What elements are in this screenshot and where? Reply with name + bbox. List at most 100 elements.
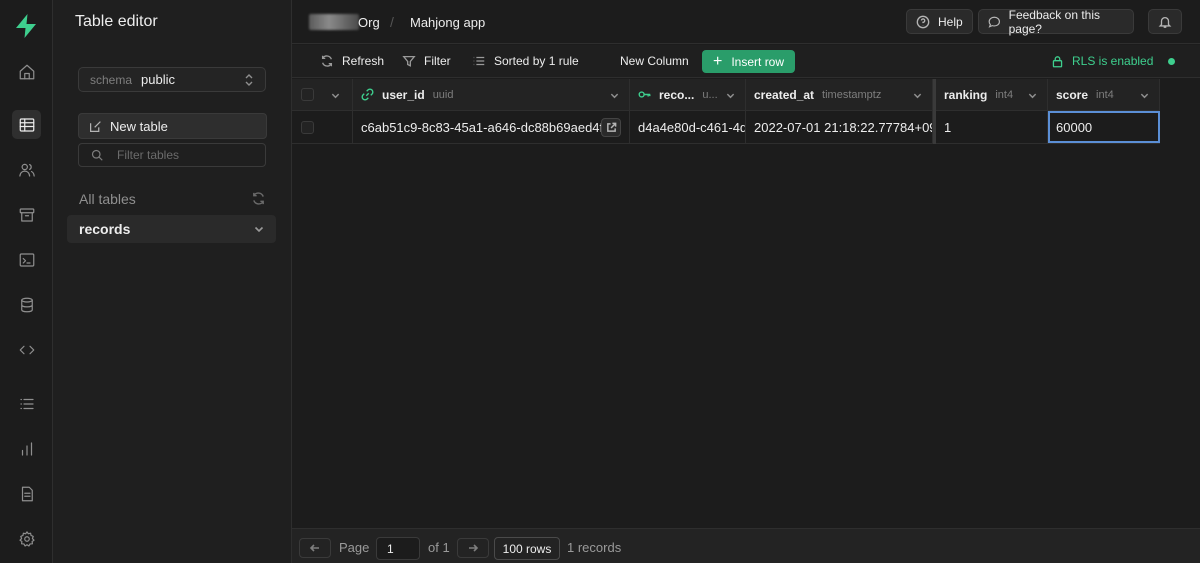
new-column-label: New Column — [620, 54, 689, 68]
chevron-down-icon[interactable] — [1028, 91, 1037, 100]
new-table-button[interactable]: New table — [78, 113, 267, 139]
column-name: user_id — [382, 87, 425, 102]
table-editor-panel: Table editor schema public New table All… — [53, 0, 292, 563]
breadcrumb-separator: / — [390, 14, 394, 30]
row-select-cell — [292, 111, 353, 143]
cell-value: 60000 — [1056, 119, 1093, 135]
sort-button[interactable]: Sorted by 1 rule — [472, 54, 579, 68]
column-header-ranking[interactable]: ranking int4 — [936, 79, 1048, 110]
cell-value: d4a4e80d-c461-4da — [638, 119, 746, 135]
rows-per-page-button[interactable]: 100 rows — [494, 537, 560, 560]
filter-button[interactable]: Filter — [402, 54, 451, 68]
column-header-score[interactable]: score int4 — [1048, 79, 1160, 110]
link-icon — [361, 88, 374, 101]
external-link-icon — [606, 122, 616, 132]
terminal-icon[interactable] — [12, 245, 41, 274]
page-count-label: of 1 — [428, 540, 450, 555]
cell-record-id[interactable]: d4a4e80d-c461-4da — [630, 111, 746, 143]
filter-funnel-icon — [402, 55, 416, 67]
refresh-tables-icon[interactable] — [251, 191, 266, 206]
refresh-button[interactable]: Refresh — [320, 54, 384, 68]
cell-value: c6ab51c9-8c83-45a1-a646-dc88b69aed4f — [361, 119, 604, 135]
column-resize-handle[interactable] — [933, 79, 936, 144]
edit-icon — [90, 120, 101, 132]
code-icon[interactable] — [12, 335, 41, 364]
logs-list-icon[interactable] — [12, 389, 41, 418]
column-type: int4 — [1096, 88, 1114, 101]
cell-ranking[interactable]: 1 — [936, 111, 1048, 143]
cell-value: 2022-07-01 21:18:22.77784+09 — [754, 119, 933, 135]
table-row[interactable]: c6ab51c9-8c83-45a1-a646-dc88b69aed4f d4a… — [292, 111, 1160, 144]
notifications-button[interactable] — [1148, 9, 1182, 34]
help-button[interactable]: Help — [906, 9, 973, 34]
sidebar-item-records[interactable]: records — [67, 215, 276, 243]
filter-tables-field[interactable] — [78, 143, 266, 167]
column-header-record-id[interactable]: reco... u... — [630, 79, 746, 110]
rls-status[interactable]: RLS is enabled — [1051, 54, 1153, 68]
chevron-down-icon[interactable] — [254, 224, 264, 234]
column-type: uuid — [432, 88, 454, 101]
prev-page-button[interactable] — [299, 538, 331, 558]
cell-score[interactable]: 60000 — [1048, 111, 1160, 143]
table-editor-icon[interactable] — [12, 110, 41, 139]
docs-file-icon[interactable] — [12, 479, 41, 508]
key-icon — [638, 91, 651, 98]
table-name-label: records — [79, 221, 131, 237]
arrow-right-icon — [469, 544, 479, 552]
insert-row-label: Insert row — [731, 54, 785, 69]
home-icon[interactable] — [12, 57, 41, 86]
row-checkbox[interactable] — [301, 120, 314, 134]
pagination-footer: Page 1 of 1 100 rows 1 records — [292, 528, 1200, 563]
column-name: created_at — [754, 87, 815, 102]
next-page-button[interactable] — [457, 538, 489, 558]
help-circle-icon — [916, 15, 930, 28]
new-table-label: New table — [110, 118, 168, 134]
chevron-down-icon[interactable] — [726, 91, 735, 100]
records-count: 1 records — [567, 540, 622, 555]
users-icon[interactable] — [12, 155, 41, 184]
reports-chart-icon[interactable] — [12, 434, 41, 463]
column-type: timestamptz — [822, 88, 882, 101]
status-dot — [1168, 58, 1175, 65]
grid-header-row: user_id uuid reco... u... created_at tim… — [292, 79, 1160, 111]
org-breadcrumb[interactable]: Org — [358, 15, 380, 30]
message-bubble-icon — [988, 16, 1001, 28]
feedback-button[interactable]: Feedback on this page? — [978, 7, 1134, 36]
settings-gear-icon[interactable] — [12, 524, 41, 553]
bell-icon — [1158, 16, 1172, 28]
select-all-cell — [292, 79, 353, 110]
cell-value: 1 — [944, 119, 952, 135]
insert-row-button[interactable]: + Insert row — [702, 50, 795, 73]
refresh-icon — [321, 55, 333, 67]
storage-icon[interactable] — [12, 200, 41, 229]
page-number-input[interactable]: 1 — [376, 537, 420, 560]
data-grid: user_id uuid reco... u... created_at tim… — [292, 79, 1200, 528]
grid-toolbar: Refresh Filter Sorted by 1 rule New Colu… — [292, 45, 1200, 78]
open-reference-button[interactable] — [601, 118, 621, 137]
chevron-down-icon[interactable] — [331, 91, 340, 100]
column-header-user-id[interactable]: user_id uuid — [353, 79, 630, 110]
top-header: Org / Mahjong app Help Feedback on this … — [292, 0, 1200, 44]
column-name: reco... — [659, 87, 695, 102]
column-type: int4 — [995, 88, 1014, 101]
column-name: ranking — [944, 87, 988, 102]
chevron-down-icon[interactable] — [1140, 91, 1149, 100]
select-all-checkbox[interactable] — [301, 88, 314, 101]
schema-select[interactable]: schema public — [78, 67, 266, 92]
column-header-created-at[interactable]: created_at timestamptz — [746, 79, 933, 110]
new-column-button[interactable]: New Column — [620, 54, 689, 68]
filter-tables-input[interactable] — [117, 148, 247, 162]
supabase-logo-icon[interactable] — [14, 13, 38, 39]
database-icon[interactable] — [12, 290, 41, 319]
all-tables-heading: All tables — [79, 191, 136, 207]
feedback-label: Feedback on this page? — [1008, 7, 1100, 36]
project-breadcrumb[interactable]: Mahjong app — [410, 15, 485, 30]
plus-icon: + — [713, 52, 723, 70]
chevron-down-icon[interactable] — [913, 91, 922, 100]
cell-user-id[interactable]: c6ab51c9-8c83-45a1-a646-dc88b69aed4f — [353, 111, 630, 143]
chevron-down-icon[interactable] — [610, 91, 619, 100]
column-name: score — [1056, 87, 1089, 102]
lock-icon — [1052, 55, 1063, 67]
help-label: Help — [938, 14, 963, 29]
cell-created-at[interactable]: 2022-07-01 21:18:22.77784+09 — [746, 111, 933, 143]
